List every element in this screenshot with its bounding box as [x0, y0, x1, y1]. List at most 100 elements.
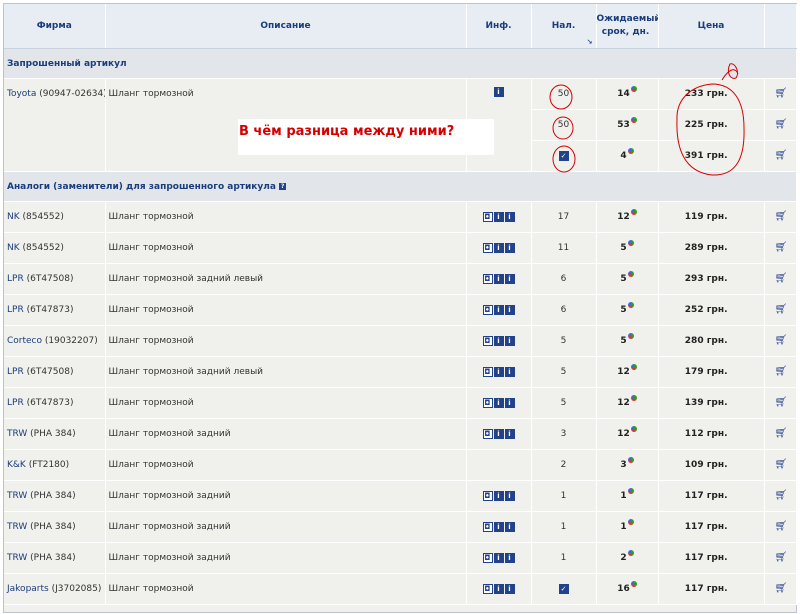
description-cell: Шланг тормозной [105, 325, 467, 357]
info-icon[interactable]: i [504, 522, 515, 532]
add-to-cart-icon[interactable]: 🛒︎ [775, 151, 788, 161]
info-icon[interactable]: i [504, 429, 515, 439]
info-icon[interactable]: i [504, 274, 515, 284]
info-icon[interactable]: i [504, 336, 515, 346]
add-to-cart-icon[interactable]: 🛒︎ [775, 522, 788, 532]
term-value: 5 [620, 243, 627, 253]
photo-icon[interactable]: ◘ [482, 212, 493, 222]
info-icon[interactable]: i [504, 584, 515, 594]
photo-icon[interactable]: ◘ [482, 584, 493, 594]
table-row: Corteco (19032207) Шланг тормозной ◘ i i 5 5 28… [4, 325, 797, 357]
info-icon[interactable]: i [493, 212, 504, 222]
add-to-cart-icon[interactable]: 🛒︎ [775, 120, 788, 130]
photo-icon[interactable]: ◘ [482, 398, 493, 408]
firm-link[interactable]: NK [7, 212, 20, 222]
add-to-cart-icon[interactable]: 🛒︎ [775, 398, 788, 408]
photo-icon[interactable]: ◘ [482, 429, 493, 439]
term-cell: 5 [596, 263, 659, 295]
cart-cell: 🛒︎ [764, 387, 797, 419]
firm-link[interactable]: TRW [7, 429, 27, 439]
info-icon[interactable]: i [504, 367, 515, 377]
info-cell: ◘ i i [466, 294, 532, 326]
info-icon[interactable]: i [493, 522, 504, 532]
add-to-cart-icon[interactable]: 🛒︎ [775, 305, 788, 315]
term-value: 4 [620, 151, 627, 161]
photo-icon[interactable]: ◘ [482, 522, 493, 532]
firm-link[interactable]: TRW [7, 522, 27, 532]
info-icon[interactable]: i [493, 491, 504, 501]
photo-icon[interactable]: ◘ [482, 491, 493, 501]
add-to-cart-icon[interactable]: 🛒︎ [775, 584, 788, 594]
info-icon[interactable]: i [493, 584, 504, 594]
col-firm[interactable]: Фирма [4, 4, 106, 49]
info-cell: ◘ i i [466, 511, 532, 543]
term-cell: 12 [596, 387, 659, 419]
photo-icon[interactable]: ◘ [482, 243, 493, 253]
info-icon[interactable]: i [504, 491, 515, 501]
photo-icon[interactable]: ◘ [482, 553, 493, 563]
photo-icon[interactable]: ◘ [482, 336, 493, 346]
firm-link[interactable]: LPR [7, 305, 24, 315]
info-icon[interactable]: i [493, 553, 504, 563]
firm-link[interactable]: TRW [7, 553, 27, 563]
info-icon[interactable]: i [493, 398, 504, 408]
stock-value: 6 [560, 305, 567, 315]
info-icon[interactable]: i [493, 305, 504, 315]
firm-link[interactable]: Corteco [7, 336, 42, 346]
price-cell: 179 грн. [658, 356, 765, 388]
firm-link[interactable]: TRW [7, 491, 27, 501]
photo-icon[interactable]: ◘ [482, 367, 493, 377]
reliability-pie-icon [627, 519, 634, 525]
reliability-pie-icon [630, 581, 637, 587]
info-icon[interactable]: i [493, 367, 504, 377]
firm-link[interactable]: NK [7, 243, 20, 253]
add-to-cart-icon[interactable]: 🛒︎ [775, 460, 788, 470]
requested-code: (90947-02634) [39, 89, 105, 99]
part-code: (6T47508) [26, 367, 74, 377]
col-term-label: Ожидаемый срок, дн. [596, 14, 658, 37]
part-code: (PHA 384) [30, 491, 76, 501]
add-to-cart-icon[interactable]: 🛒︎ [775, 274, 788, 284]
add-to-cart-icon[interactable]: 🛒︎ [775, 89, 788, 99]
reliability-pie-icon [627, 550, 634, 556]
add-to-cart-icon[interactable]: 🛒︎ [775, 429, 788, 439]
col-description[interactable]: Описание [105, 4, 467, 49]
add-to-cart-icon[interactable]: 🛒︎ [775, 336, 788, 346]
firm-link[interactable]: LPR [7, 367, 24, 377]
requested-firm-link[interactable]: Toyota [7, 89, 36, 99]
term-cell: 5 [596, 294, 659, 326]
add-to-cart-icon[interactable]: 🛒︎ [775, 212, 788, 222]
info-cell: ◘ i i [466, 263, 532, 295]
description-cell: Шланг тормозной [105, 449, 467, 481]
add-to-cart-icon[interactable]: 🛒︎ [775, 367, 788, 377]
firm-link[interactable]: Jakoparts [7, 584, 49, 594]
price-cell: 109 грн. [658, 449, 765, 481]
term-value: 12 [617, 398, 630, 408]
col-term[interactable]: Ожидаемый срок, дн. ? [596, 4, 659, 49]
stock-cell: 6 [531, 294, 597, 326]
cart-cell: 🛒︎ [764, 109, 797, 141]
col-stock[interactable]: Нал. ↘ [531, 4, 597, 49]
photo-icon[interactable]: ◘ [482, 305, 493, 315]
info-icon[interactable]: i [504, 305, 515, 315]
photo-icon[interactable]: ◘ [482, 274, 493, 284]
info-icon[interactable]: i [493, 87, 504, 97]
col-price[interactable]: Цена [658, 4, 765, 49]
firm-link[interactable]: LPR [7, 398, 24, 408]
info-icon[interactable]: i [504, 398, 515, 408]
add-to-cart-icon[interactable]: 🛒︎ [775, 553, 788, 563]
info-icon[interactable]: i [493, 274, 504, 284]
firm-link[interactable]: K&K [7, 460, 26, 470]
info-icon[interactable]: i [504, 212, 515, 222]
sort-desc-icon[interactable]: ↘ [587, 38, 593, 46]
info-icon[interactable]: i [493, 429, 504, 439]
info-icon[interactable]: i [493, 243, 504, 253]
firm-link[interactable]: LPR [7, 274, 24, 284]
info-icon[interactable]: i [493, 336, 504, 346]
info-icon[interactable]: i [504, 243, 515, 253]
table-row: Toyota (90947-02634) Шланг тормозной i 5… [4, 78, 797, 172]
add-to-cart-icon[interactable]: 🛒︎ [775, 491, 788, 501]
help-icon[interactable]: ? [279, 182, 287, 190]
info-icon[interactable]: i [504, 553, 515, 563]
add-to-cart-icon[interactable]: 🛒︎ [775, 243, 788, 253]
